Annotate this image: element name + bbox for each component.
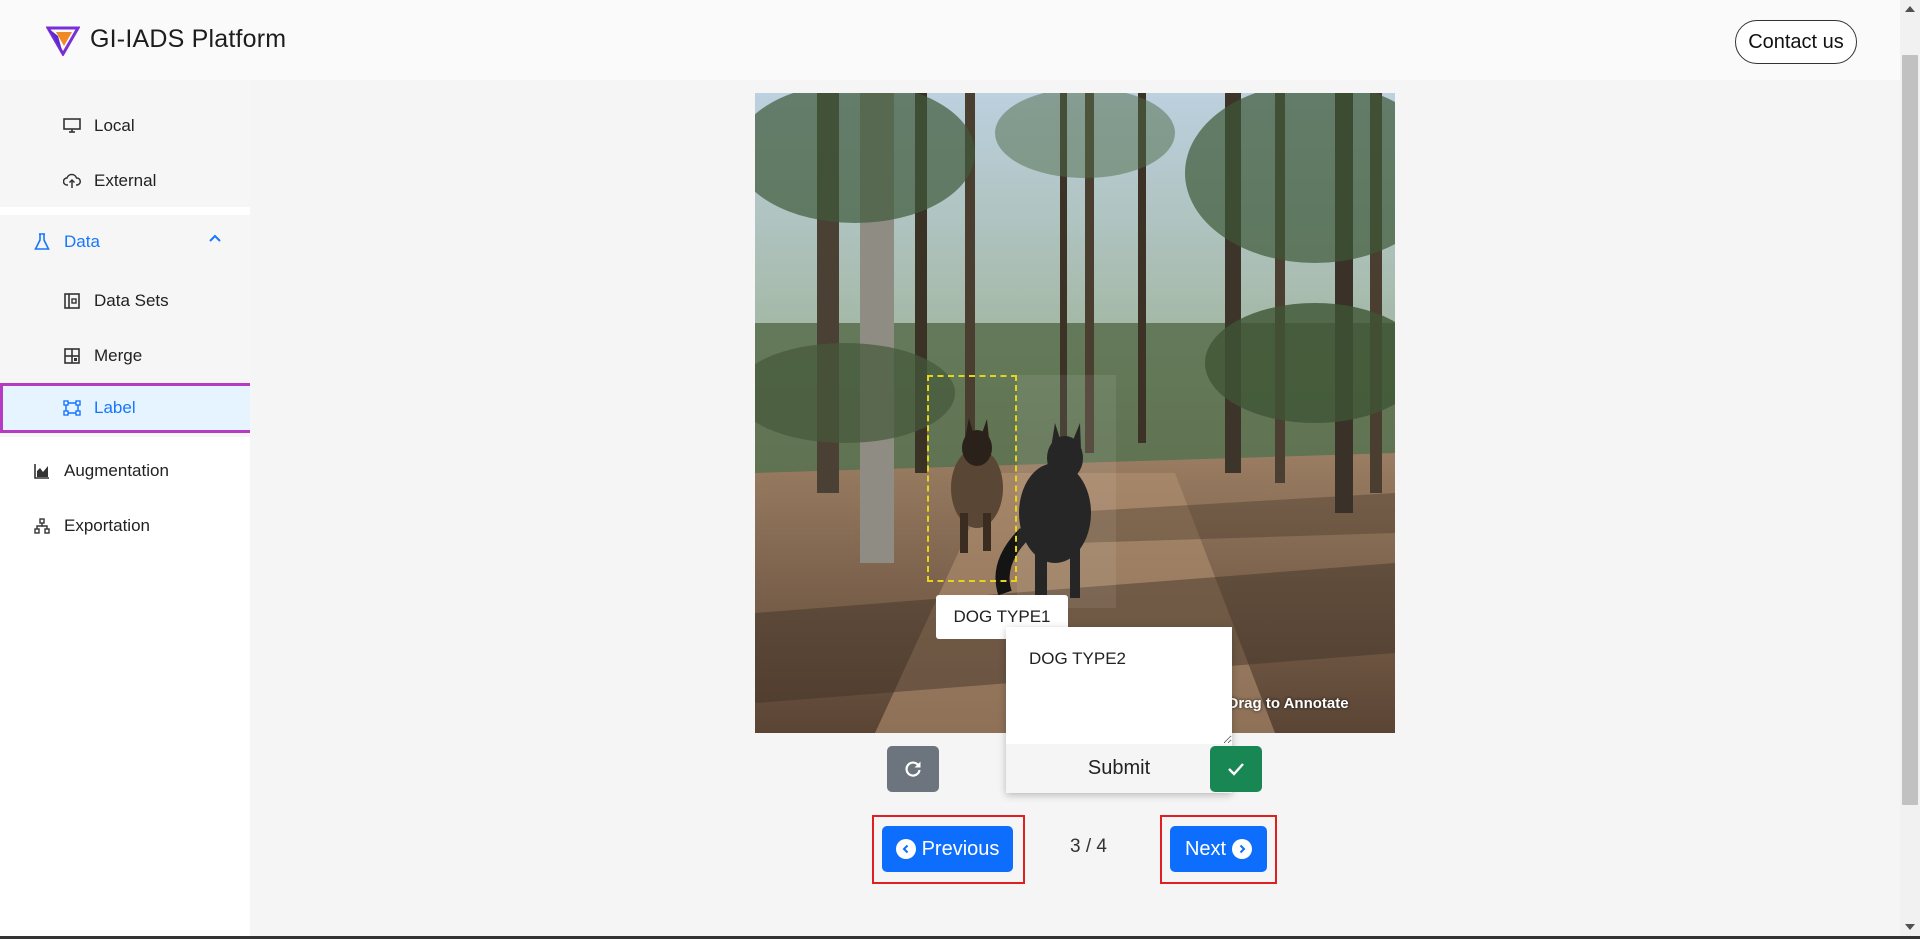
- sidebar-item-external[interactable]: External: [0, 155, 250, 207]
- monitor-icon: [62, 116, 82, 136]
- page-indicator: 3 / 4: [1070, 836, 1107, 857]
- chevron-right-circle-icon: [1232, 839, 1253, 859]
- confirm-button[interactable]: [1210, 746, 1262, 792]
- area-chart-icon: [32, 461, 52, 481]
- hierarchy-icon: [32, 516, 52, 536]
- scroll-up-arrow-icon[interactable]: [1904, 4, 1916, 14]
- rotate-icon: [905, 761, 921, 777]
- flask-icon: [32, 232, 52, 252]
- previous-label: Previous: [921, 837, 1000, 860]
- sidebar-item-augmentation[interactable]: Augmentation: [0, 445, 250, 497]
- sidebar-item-local[interactable]: Local: [0, 100, 250, 152]
- annotation-highlight: [1017, 375, 1116, 608]
- sidebar-item-label-tool[interactable]: Label: [0, 383, 254, 433]
- cloud-upload-icon: [62, 171, 82, 191]
- brand-title: GI-IADS Platform: [90, 25, 287, 53]
- scroll-thumb[interactable]: [1902, 55, 1918, 805]
- sidebar: Local External Data Data Sets Merge Labe…: [0, 80, 254, 939]
- sidebar-item-label: Augmentation: [64, 461, 169, 480]
- sidebar-item-label: Data: [64, 232, 100, 251]
- bounding-box[interactable]: [927, 375, 1017, 582]
- sidebar-item-exportation[interactable]: Exportation: [0, 500, 250, 552]
- sidebar-item-label: Data Sets: [94, 291, 169, 310]
- next-label: Next: [1184, 837, 1227, 860]
- sidebar-item-label: Label: [94, 398, 136, 417]
- previous-button[interactable]: Previous: [882, 826, 1013, 872]
- sidebar-item-data[interactable]: Data: [0, 215, 250, 269]
- merge-icon: [62, 346, 82, 366]
- contact-us-button[interactable]: Contact us: [1735, 20, 1857, 64]
- chevron-left-circle-icon: [895, 839, 916, 859]
- next-button[interactable]: Next: [1170, 826, 1267, 872]
- sidebar-item-data-sets[interactable]: Data Sets: [0, 275, 250, 327]
- submit-button[interactable]: Submit: [1006, 744, 1232, 793]
- sidebar-item-label: Local: [94, 116, 135, 135]
- bounding-box-icon: [62, 398, 82, 418]
- sidebar-item-label: Exportation: [64, 516, 150, 535]
- chevron-up-icon: [209, 234, 221, 242]
- gi-iads-logo-icon: [46, 26, 80, 56]
- sidebar-item-label: Merge: [94, 346, 143, 365]
- sidebar-item-label: External: [94, 171, 157, 190]
- scroll-down-arrow-icon[interactable]: [1904, 922, 1916, 932]
- app-header: GI-IADS Platform Contact us: [0, 0, 1900, 81]
- reset-button[interactable]: [887, 746, 939, 792]
- label-textarea[interactable]: [1006, 627, 1232, 744]
- label-input-popup: Submit: [1006, 627, 1232, 793]
- check-icon: [1228, 763, 1244, 776]
- sidebar-item-merge[interactable]: Merge: [0, 330, 250, 382]
- dataset-icon: [62, 291, 82, 311]
